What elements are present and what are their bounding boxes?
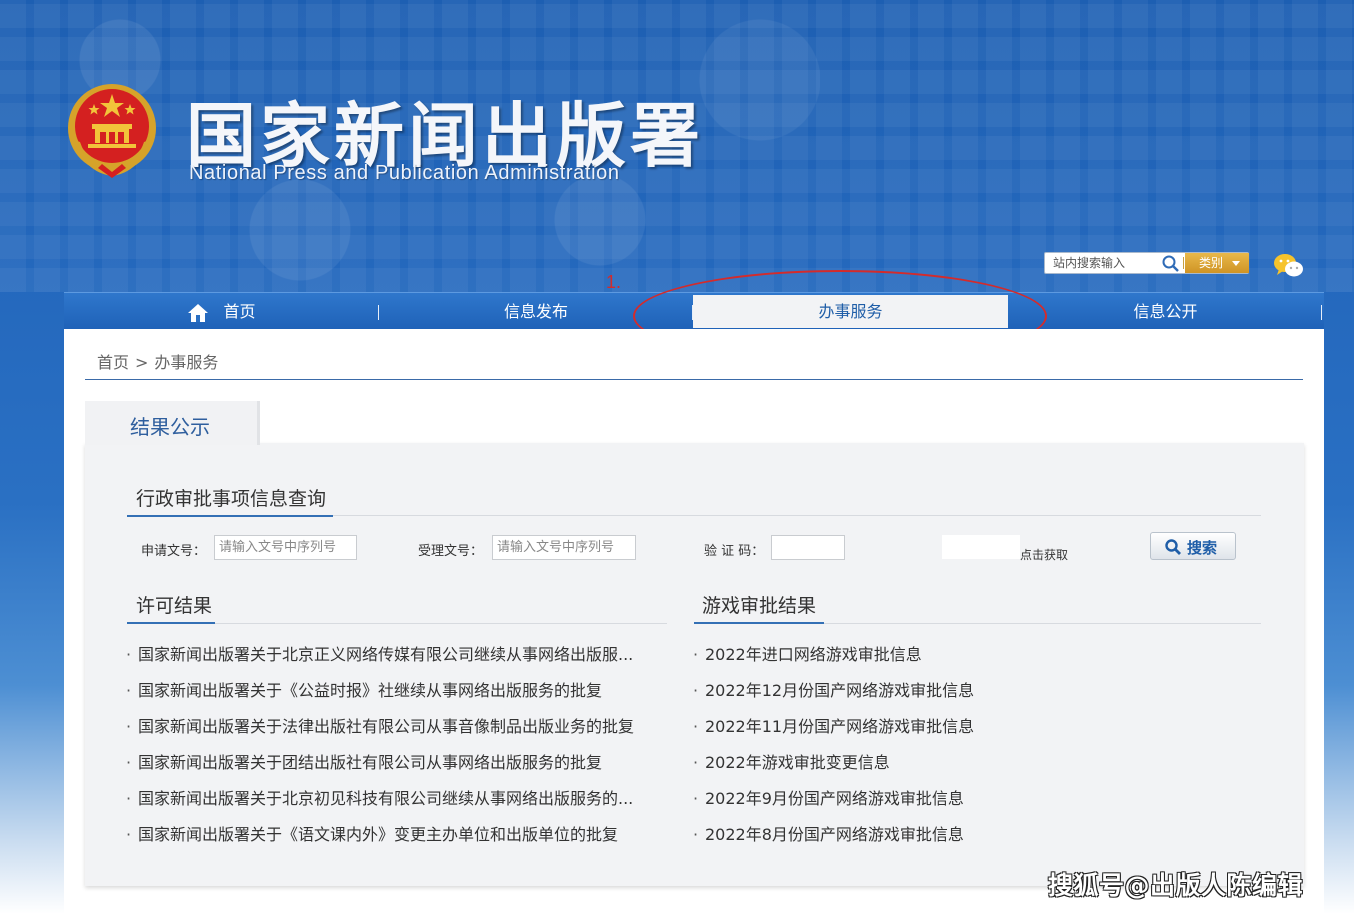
chevron-down-icon (1232, 261, 1240, 266)
captcha-image[interactable] (942, 535, 1020, 559)
main-content: 首页 > 办事服务 结果公示 行政审批事项信息查询 申请文号： 受理文号： 验 证 … (64, 329, 1324, 914)
list-item[interactable]: · 2022年11月份国产网络游戏审批信息 (693, 718, 974, 754)
search-icon (1165, 539, 1181, 555)
nav-item-info-release[interactable]: 信息发布 (379, 293, 693, 330)
list-item[interactable]: · 国家新闻出版署关于团结出版社有限公司从事网络出版服务的批复 (126, 754, 634, 790)
list-item[interactable]: · 国家新闻出版署关于《公益时报》社继续从事网络出版服务的批复 (126, 682, 634, 718)
nav-divider (1321, 305, 1322, 320)
watermark: 搜狐号@出版人陈编辑 (1048, 871, 1304, 900)
search-button[interactable]: 搜索 (1150, 532, 1236, 560)
breadcrumb-divider (85, 379, 1303, 380)
captcha-label: 验 证 码： (704, 544, 765, 559)
apply-no-label: 申请文号： (141, 544, 207, 559)
nav-item-label: 信息发布 (503, 302, 568, 321)
tab-label: 结果公示 (130, 415, 210, 439)
tab-results[interactable]: 结果公示 (85, 401, 260, 445)
breadcrumb: 首页 > 办事服务 (97, 349, 218, 373)
search-input[interactable] (1045, 253, 1159, 273)
breadcrumb-current[interactable]: 办事服务 (154, 353, 218, 372)
section-underline (127, 515, 333, 517)
games-list: · 2022年进口网络游戏审批信息 · 2022年12月份国产网络游戏审批信息 · 2… (693, 646, 974, 862)
captcha-refresh-link[interactable]: 点击获取 (1020, 546, 1068, 563)
home-icon (188, 303, 209, 322)
search-button-label: 搜索 (1187, 539, 1218, 557)
category-label: 类别 (1199, 256, 1224, 270)
captcha-input[interactable] (771, 535, 845, 560)
list-item[interactable]: · 2022年9月份国产网络游戏审批信息 (693, 790, 974, 826)
nav-item-label: 首页 (223, 302, 256, 321)
list-item[interactable]: · 2022年12月份国产网络游戏审批信息 (693, 682, 974, 718)
breadcrumb-home[interactable]: 首页 (97, 353, 129, 372)
list-item[interactable]: · 2022年进口网络游戏审批信息 (693, 646, 974, 682)
license-title: 许可结果 (136, 595, 213, 617)
search-icon[interactable] (1159, 253, 1183, 273)
nav-item-home[interactable]: 首页 (64, 293, 379, 330)
nav-item-label: 信息公开 (1133, 302, 1198, 321)
list-item[interactable]: · 2022年8月份国产网络游戏审批信息 (693, 826, 974, 862)
list-item[interactable]: · 国家新闻出版署关于北京初见科技有限公司继续从事网络出版服务的... (126, 790, 634, 826)
apply-no-input[interactable] (214, 535, 357, 560)
accept-no-label: 受理文号： (418, 544, 484, 559)
annotation-number: 1. (606, 272, 622, 292)
site-search: 类别 (1044, 252, 1249, 274)
query-title: 行政审批事项信息查询 (136, 488, 327, 510)
list-item[interactable]: · 国家新闻出版署关于北京正义网络传媒有限公司继续从事网络出版服... (126, 646, 634, 682)
games-title: 游戏审批结果 (702, 595, 817, 617)
list-item[interactable]: · 国家新闻出版署关于《语文课内外》变更主办单位和出版单位的批复 (126, 826, 634, 862)
site-subtitle: National Press and Publication Administr… (189, 162, 620, 184)
section-underline (127, 622, 215, 624)
category-dropdown[interactable]: 类别 (1185, 253, 1249, 273)
header-banner: 国家新闻出版署 National Press and Publication A… (0, 0, 1354, 292)
main-nav: 首页 信息发布 办事服务 信息公开 (64, 292, 1324, 329)
nav-item-label: 办事服务 (818, 302, 883, 321)
national-emblem-icon (68, 84, 156, 178)
nav-item-services[interactable]: 办事服务 (693, 295, 1008, 328)
list-item[interactable]: · 2022年游戏审批变更信息 (693, 754, 974, 790)
license-list: · 国家新闻出版署关于北京正义网络传媒有限公司继续从事网络出版服... · 国家新闻… (126, 646, 634, 862)
list-item[interactable]: · 国家新闻出版署关于法律出版社有限公司从事音像制品出版业务的批复 (126, 718, 634, 754)
section-underline (694, 622, 824, 624)
accept-no-input[interactable] (492, 535, 636, 560)
wechat-icon[interactable] (1272, 252, 1306, 280)
search-divider (1183, 257, 1184, 269)
breadcrumb-separator: > (135, 353, 149, 372)
nav-item-info-disclosure[interactable]: 信息公开 (1008, 293, 1323, 330)
